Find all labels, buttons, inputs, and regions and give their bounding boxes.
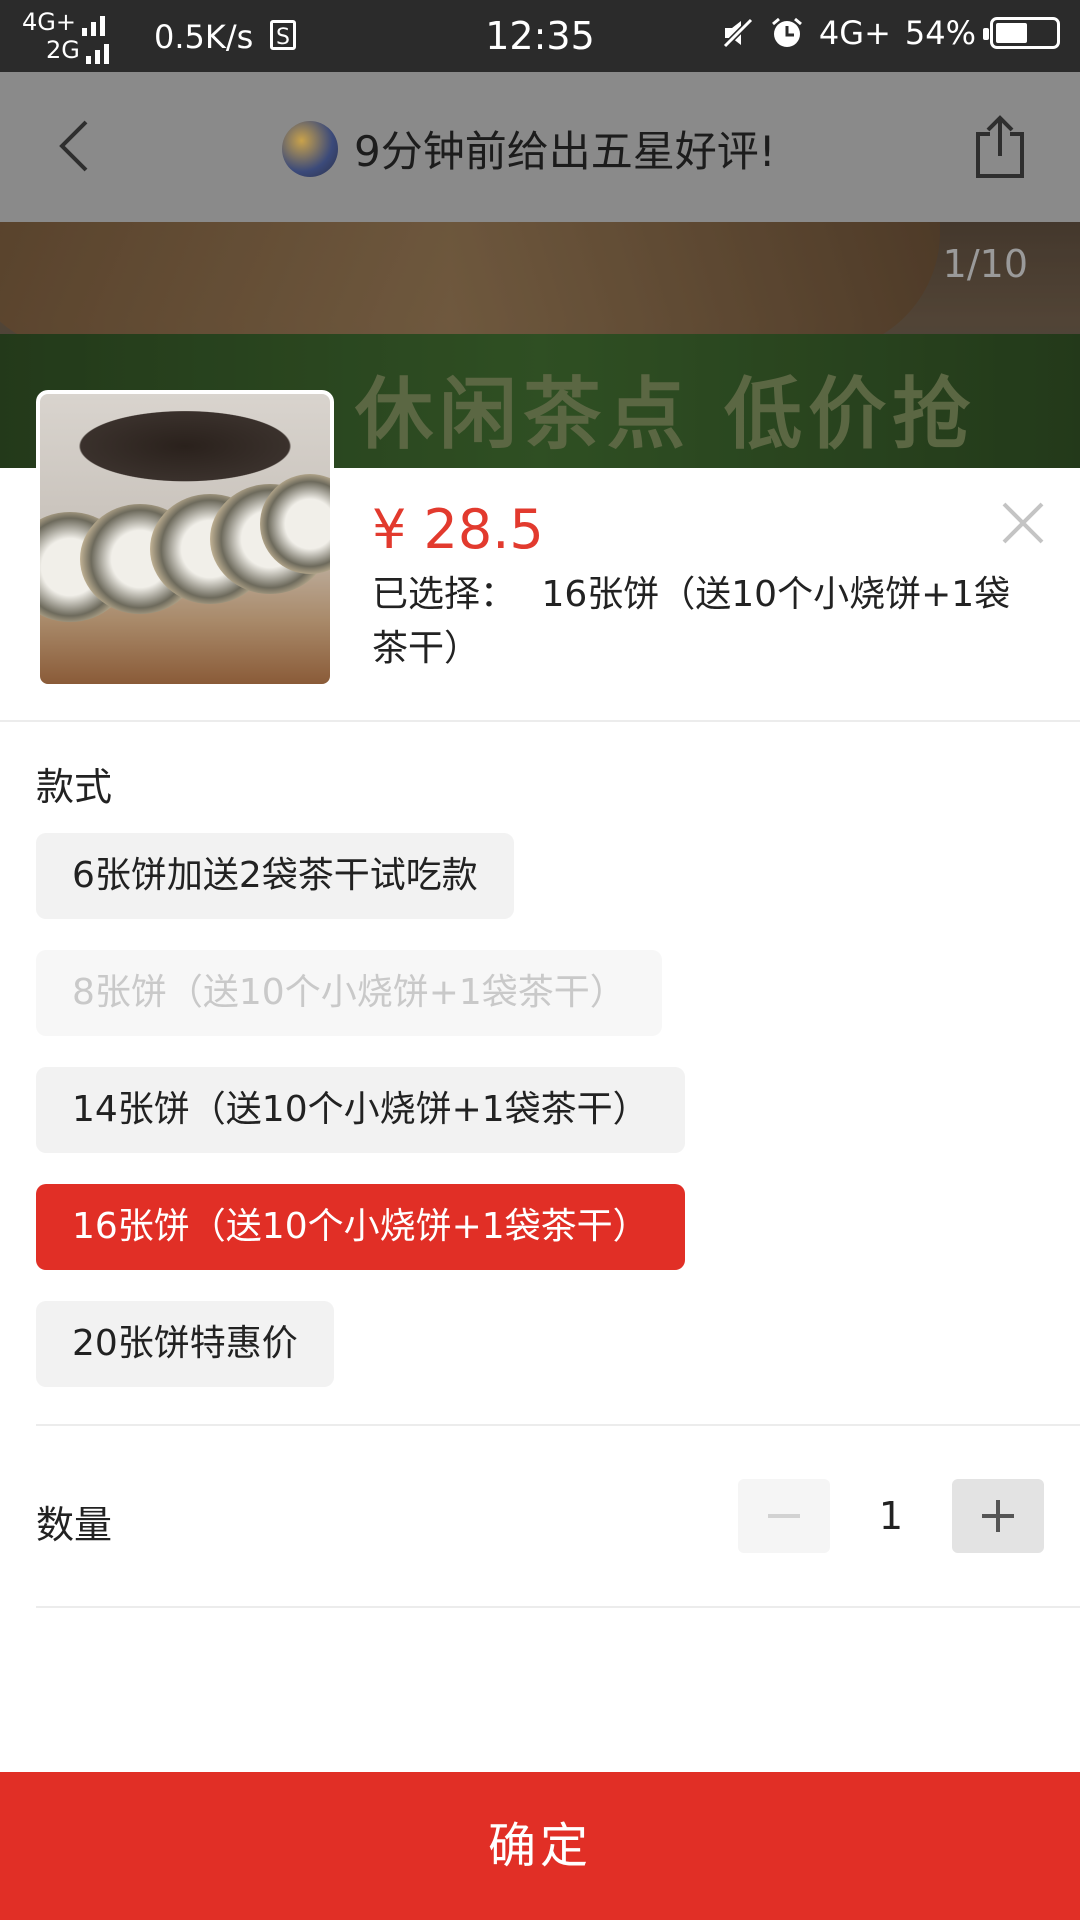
product-price: ¥ 28.5 (372, 498, 544, 561)
divider (36, 1424, 1080, 1426)
style-option[interactable]: 14张饼（送10个小烧饼+1袋茶干） (36, 1067, 685, 1153)
avatar (282, 120, 338, 177)
network-type-right: 4G+ (818, 14, 891, 52)
quantity-increase-button[interactable] (952, 1479, 1044, 1553)
status-icons: 4G+ 54% (721, 14, 1060, 52)
style-section-label: 款式 (36, 765, 113, 809)
divider (0, 720, 1080, 722)
confirm-button[interactable]: 确定 (0, 1772, 1080, 1920)
style-option[interactable]: 20张饼特惠价 (36, 1301, 334, 1387)
battery-percent: 54% (904, 14, 976, 52)
quantity-value[interactable]: 1 (830, 1479, 952, 1553)
header-title: 9分钟前给出五星好评! (354, 127, 776, 176)
divider (36, 1606, 1080, 1608)
image-counter: 1/10 (942, 242, 1028, 286)
quantity-decrease-button[interactable] (738, 1479, 830, 1553)
style-option-selected[interactable]: 16张饼（送10个小烧饼+1袋茶干） (36, 1184, 685, 1270)
product-thumbnail (36, 390, 334, 688)
close-icon[interactable] (1000, 500, 1046, 546)
battery-fill (996, 23, 1028, 43)
back-icon[interactable] (50, 116, 110, 176)
style-option[interactable]: 6张饼加送2袋茶干试吃款 (36, 833, 514, 919)
selected-summary: 已选择： 16张饼（送10个小烧饼+1袋茶干） (372, 568, 1032, 676)
page-header: 9分钟前给出五星好评! (0, 72, 1080, 222)
battery-icon (983, 17, 1060, 49)
style-option-disabled: 8张饼（送10个小烧饼+1袋茶干） (36, 950, 662, 1036)
sku-sheet: ¥ 28.5 已选择： 16张饼（送10个小烧饼+1袋茶干） 款式 6张饼加送2… (0, 390, 1080, 1920)
status-bar: 4G+ 2G 0.5K/s S 12:35 4G+ 54% (0, 0, 1080, 72)
share-icon[interactable] (970, 112, 1030, 182)
selected-label: 已选择： (372, 574, 517, 615)
alarm-icon (771, 17, 802, 47)
mute-icon (722, 17, 754, 49)
quantity-label: 数量 (36, 1503, 113, 1547)
review-notice: 9分钟前给出五星好评! (282, 118, 776, 179)
